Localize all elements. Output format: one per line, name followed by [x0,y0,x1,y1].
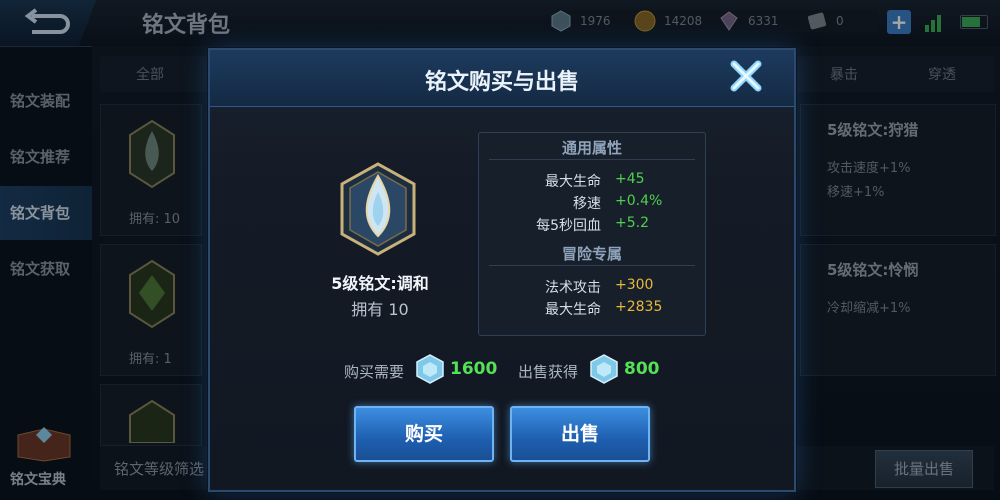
crystal-icon [416,354,444,384]
rune-name: 5级铭文:调和 [331,274,429,293]
general-attributes-title: 通用属性 [561,139,622,157]
dialog-title: 铭文购买与出售 [424,70,579,95]
rune-owned-count: 拥有 10 [351,300,409,319]
divider [489,159,695,160]
rune-harmony-icon [340,162,416,256]
buy-cost-value: 1600 [450,359,498,379]
buy-sell-dialog: 铭文购买与出售 5级铭文:调和 拥有 10 通用属性 最大生命 +45 移速 +… [208,48,796,492]
sell-gain-label: 出售获得 [518,363,579,381]
crystal-icon [590,354,618,384]
divider [489,265,695,266]
close-icon[interactable] [726,56,766,96]
buy-button[interactable]: 购买 [354,406,494,462]
adventure-attributes-title: 冒险专属 [561,245,622,263]
rune-attributes-panel: 通用属性 最大生命 +45 移速 +0.4% 每5秒回血 +5.2 冒险专属 法… [478,132,706,336]
sell-button[interactable]: 出售 [510,406,650,462]
price-row: 购买需要 1600 出售获得 800 [210,350,794,390]
sell-gain-value: 800 [624,359,660,379]
dialog-header: 铭文购买与出售 [210,50,794,107]
buy-cost-label: 购买需要 [344,363,405,381]
